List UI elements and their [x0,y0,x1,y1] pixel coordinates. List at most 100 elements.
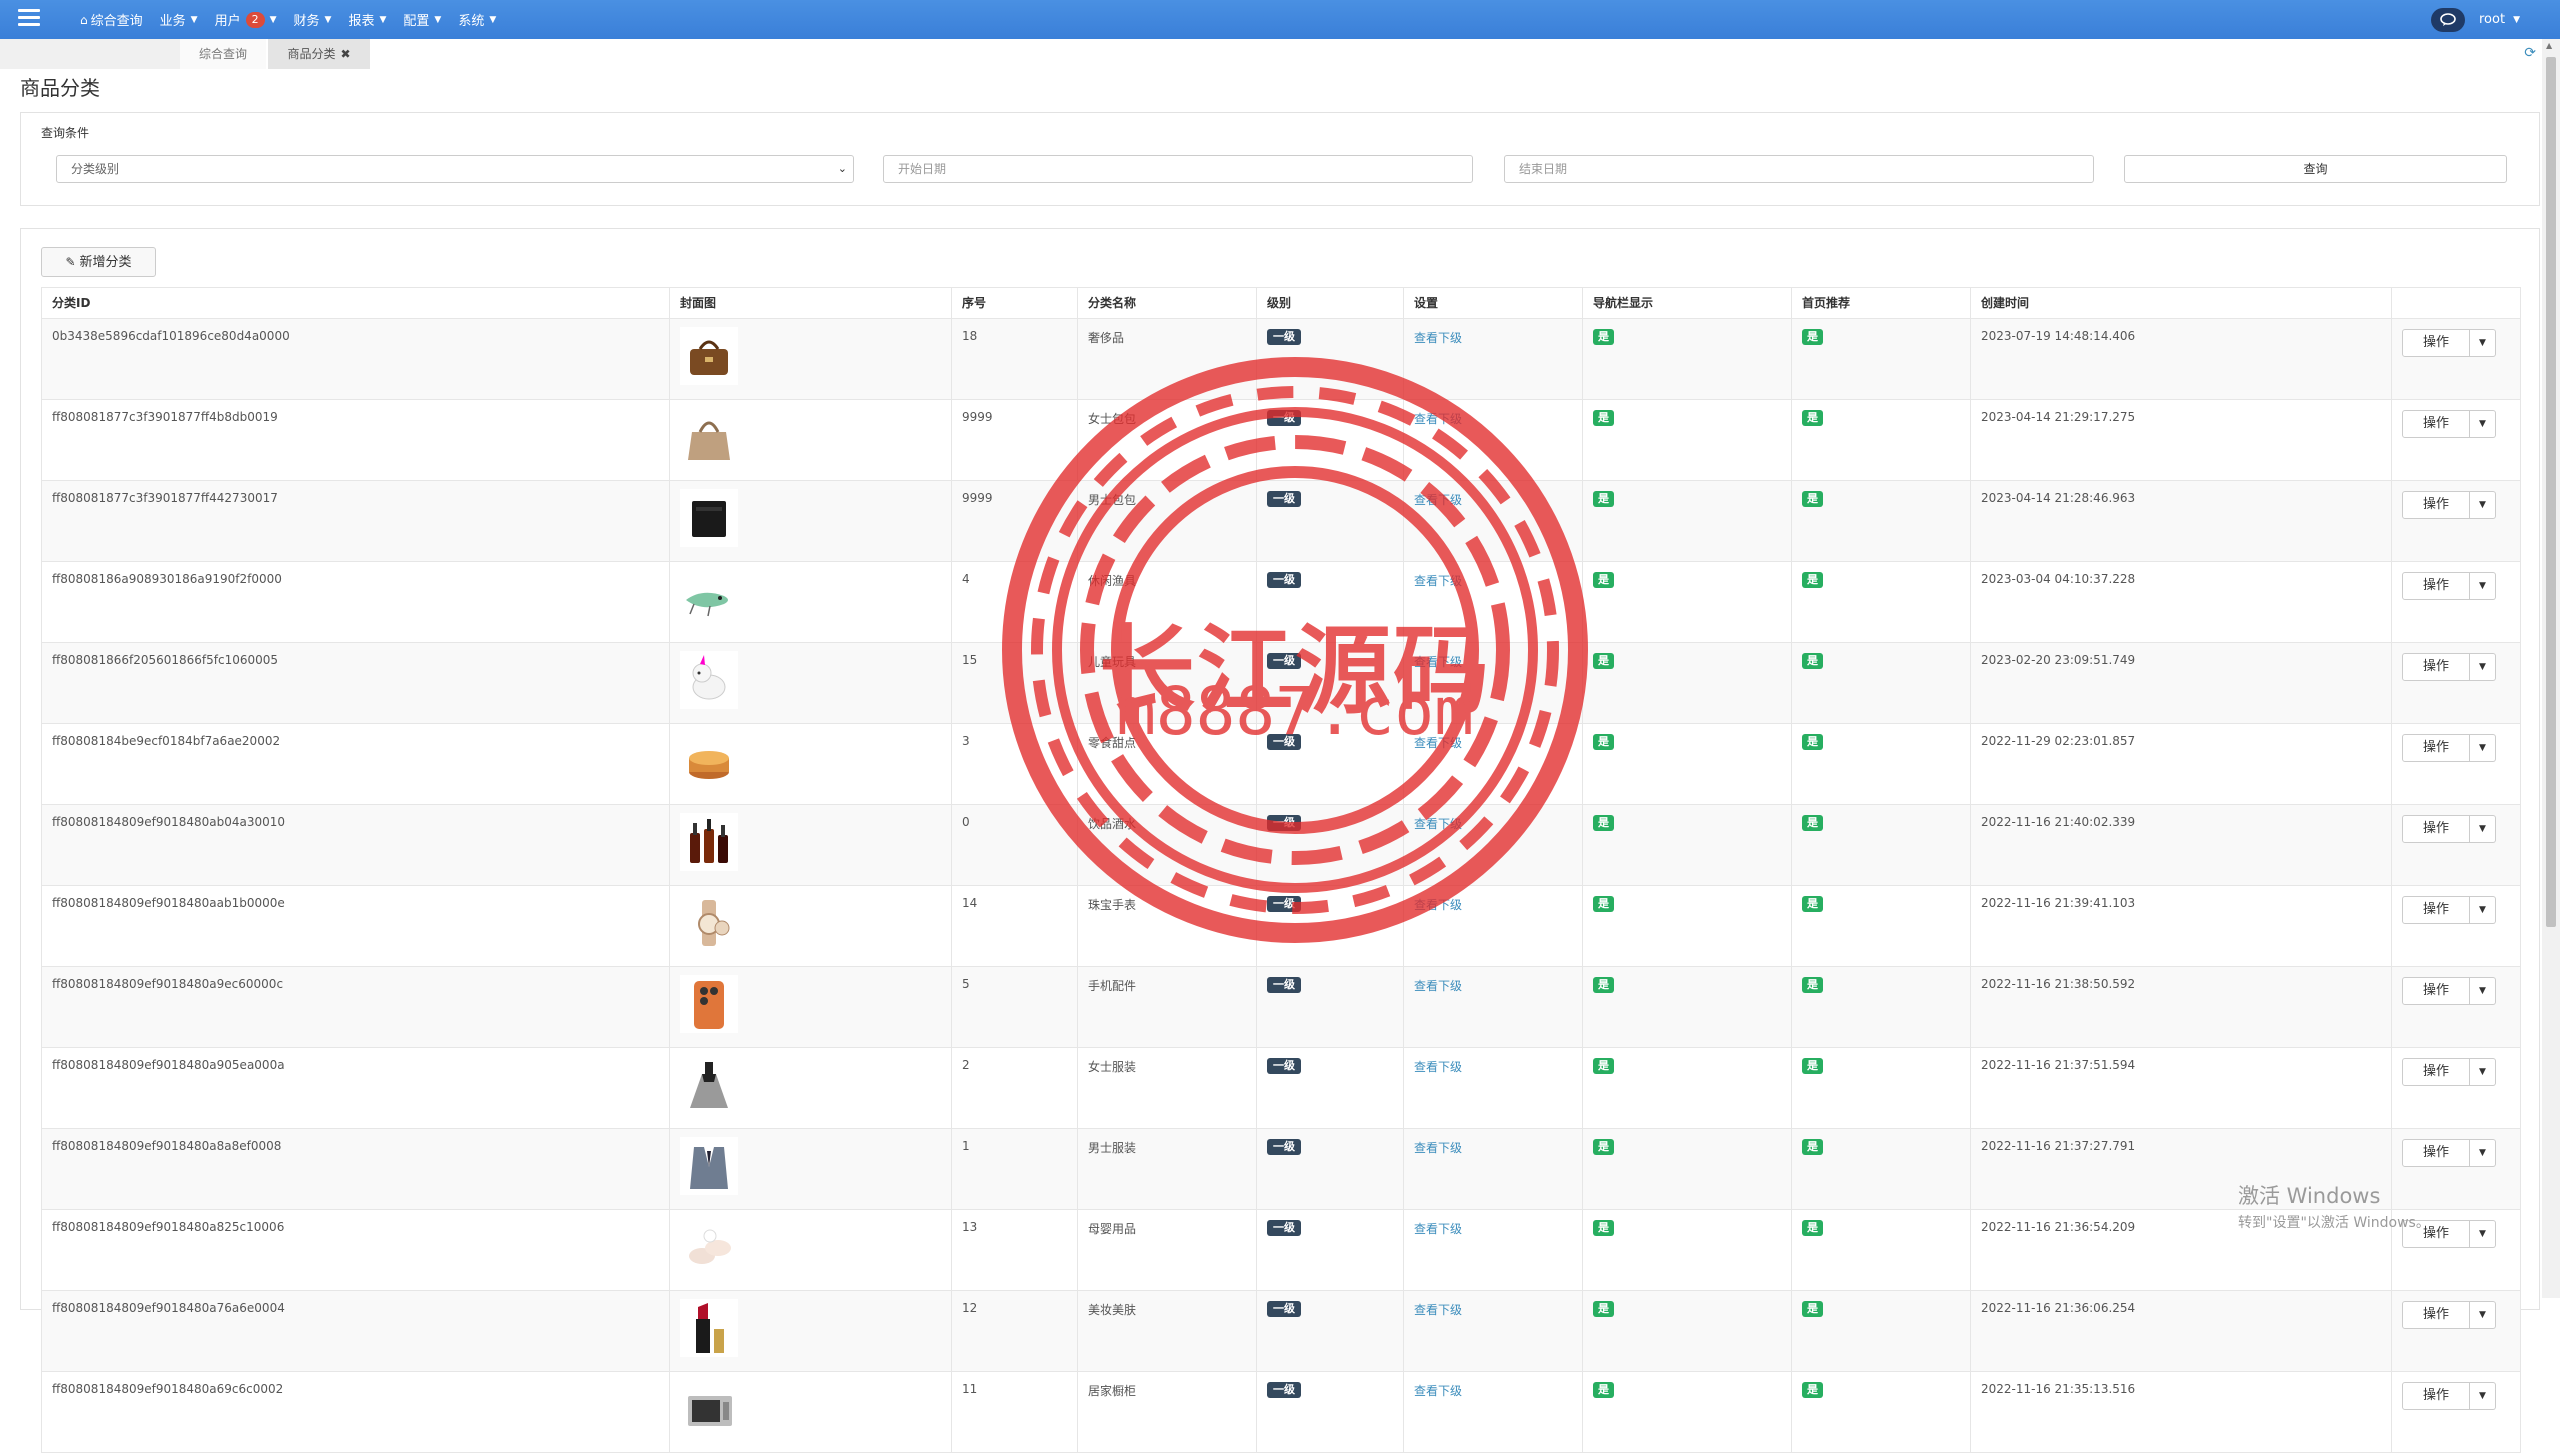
action-button[interactable]: 操作 [2402,1139,2470,1167]
scroll-thumb[interactable] [2546,57,2556,927]
view-children-link[interactable]: 查看下级 [1414,493,1462,507]
action-button[interactable]: 操作 [2402,1301,2470,1329]
user-name[interactable]: root [2479,12,2505,27]
end-date-input[interactable]: 结束日期 [1504,155,2094,183]
sort-cell: 12 [951,1290,1078,1372]
cover-cell [669,966,952,1048]
action-cell: 操作 ▼ [2391,480,2521,562]
action-button[interactable]: 操作 [2402,1058,2470,1086]
category-id-cell: ff80808184809ef9018480aab1b0000e [41,885,670,967]
add-category-button[interactable]: ✎ 新增分类 [41,247,156,277]
nav-display-badge: 是 [1593,815,1614,831]
action-button-group: 操作 ▼ [2402,896,2510,924]
view-children-link[interactable]: 查看下级 [1414,412,1462,426]
refresh-icon[interactable]: ⟳ [2524,45,2536,61]
start-date-input[interactable]: 开始日期 [883,155,1473,183]
nav-menu-label: 综合查询 [90,14,143,29]
scroll-up-icon[interactable]: ▲ [2546,41,2552,50]
cover-cell [669,1128,952,1210]
view-children-link[interactable]: 查看下级 [1414,817,1462,831]
caret-down-icon[interactable]: ▼ [2470,491,2496,519]
setting-cell: 查看下级 [1403,966,1583,1048]
action-cell: 操作 ▼ [2391,723,2521,805]
category-id-cell: ff80808184809ef9018480a69c6c0002 [41,1371,670,1453]
close-icon[interactable]: ✖ [340,47,350,61]
level-select[interactable]: 分类级别 ⌄ [56,155,854,183]
view-children-link[interactable]: 查看下级 [1414,1384,1462,1398]
action-button[interactable]: 操作 [2402,815,2470,843]
nav-menu-item[interactable]: ⌂ 综合查询 [80,10,143,30]
nav-display-cell: 是 [1582,723,1792,805]
home-recommend-cell: 是 [1791,1047,1971,1129]
nav-menu-item[interactable]: 财务 ▼ [294,10,332,29]
action-button[interactable]: 操作 [2402,896,2470,924]
created-time-cell: 2023-04-14 21:29:17.275 [1970,399,2392,481]
user-caret-icon[interactable]: ▼ [2513,15,2520,25]
caret-down-icon[interactable]: ▼ [2470,1058,2496,1086]
cover-image [680,975,738,1033]
view-children-link[interactable]: 查看下级 [1414,898,1462,912]
sort-cell: 4 [951,561,1078,643]
action-button[interactable]: 操作 [2402,572,2470,600]
caret-down-icon[interactable]: ▼ [2470,896,2496,924]
view-children-link[interactable]: 查看下级 [1414,736,1462,750]
caret-down-icon[interactable]: ▼ [2470,1139,2496,1167]
home-recommend-badge: 是 [1802,1220,1823,1236]
tab-goods-category[interactable]: 商品分类 ✖ [268,39,370,69]
action-cell: 操作 ▼ [2391,966,2521,1048]
action-cell: 操作 ▼ [2391,561,2521,643]
view-children-link[interactable]: 查看下级 [1414,979,1462,993]
action-button[interactable]: 操作 [2402,410,2470,438]
action-button[interactable]: 操作 [2402,734,2470,762]
action-button[interactable]: 操作 [2402,491,2470,519]
setting-cell: 查看下级 [1403,723,1583,805]
home-recommend-badge: 是 [1802,1139,1823,1155]
action-button[interactable]: 操作 [2402,1382,2470,1410]
view-children-link[interactable]: 查看下级 [1414,574,1462,588]
chat-icon[interactable] [2431,7,2465,32]
nav-menu-item[interactable]: 业务 ▼ [160,10,198,29]
caret-down-icon[interactable]: ▼ [2470,1382,2496,1410]
view-children-link[interactable]: 查看下级 [1414,331,1462,345]
caret-down-icon[interactable]: ▼ [2470,1220,2496,1248]
nav-display-cell: 是 [1582,399,1792,481]
caret-down-icon[interactable]: ▼ [2470,410,2496,438]
caret-down-icon[interactable]: ▼ [2470,653,2496,681]
action-button[interactable]: 操作 [2402,329,2470,357]
windows-activation-title: 激活 Windows [2238,1184,2381,1208]
action-button-group: 操作 ▼ [2402,329,2510,357]
nav-menu-item[interactable]: 配置 ▼ [403,10,441,29]
tab-home[interactable]: 综合查询 [180,39,266,69]
nav-menu-item[interactable]: 报表 ▼ [348,10,386,29]
setting-cell: 查看下级 [1403,804,1583,886]
action-cell: 操作 ▼ [2391,642,2521,724]
level-cell: 一级 [1256,480,1404,562]
level-cell: 一级 [1256,1290,1404,1372]
caret-down-icon[interactable]: ▼ [2470,572,2496,600]
caret-down-icon[interactable]: ▼ [2470,1301,2496,1329]
menu-toggle-icon[interactable] [18,9,40,29]
cover-image [680,327,738,385]
caret-down-icon[interactable]: ▼ [2470,815,2496,843]
view-children-link[interactable]: 查看下级 [1414,1141,1462,1155]
table-header: 分类ID 封面图 序号 分类名称 级别 设置 导航栏显示 首页推荐 创建时间 [41,287,2521,319]
caret-down-icon[interactable]: ▼ [2470,977,2496,1005]
vertical-scrollbar[interactable]: ▲ [2542,39,2560,1298]
nav-menu-item[interactable]: 系统 ▼ [458,10,496,29]
nav-menu-item[interactable]: 用户 2 ▼ [215,10,277,29]
cover-cell [669,723,952,805]
level-cell: 一级 [1256,561,1404,643]
cover-image [680,813,738,871]
search-button[interactable]: 查询 [2124,155,2507,183]
caret-down-icon[interactable]: ▼ [2470,734,2496,762]
action-button[interactable]: 操作 [2402,977,2470,1005]
view-children-link[interactable]: 查看下级 [1414,1303,1462,1317]
action-button[interactable]: 操作 [2402,653,2470,681]
view-children-link[interactable]: 查看下级 [1414,655,1462,669]
view-children-link[interactable]: 查看下级 [1414,1060,1462,1074]
user-area: root ▼ [2431,0,2520,39]
table-row: ff80808184809ef9018480a69c6c0002 11 居家橱柜 一级… [41,1371,2521,1453]
home-recommend-cell: 是 [1791,642,1971,724]
view-children-link[interactable]: 查看下级 [1414,1222,1462,1236]
caret-down-icon[interactable]: ▼ [2470,329,2496,357]
